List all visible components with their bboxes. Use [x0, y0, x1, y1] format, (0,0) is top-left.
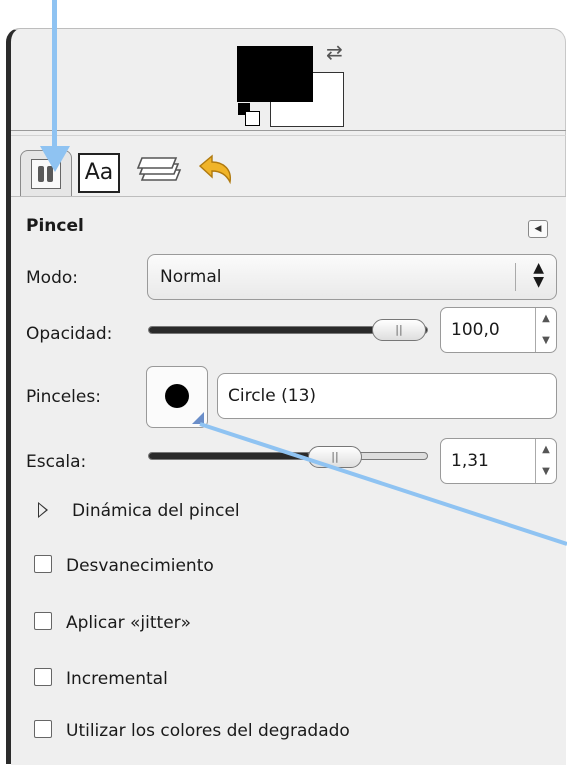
jitter-checkbox[interactable]: Aplicar «jitter»	[34, 612, 191, 633]
brush-name-field[interactable]: Circle (13)	[217, 373, 557, 419]
layers-icon	[136, 157, 182, 181]
mode-value: Normal	[160, 267, 222, 287]
chevron-updown-icon: ▲ ▼	[533, 260, 544, 290]
brush-name-value: Circle (13)	[228, 386, 317, 406]
tab-fonts[interactable]: Aa	[78, 153, 120, 193]
checkbox-box[interactable]	[34, 668, 52, 686]
tool-options-title: Pincel	[26, 216, 84, 236]
opacity-label: Opacidad:	[26, 324, 113, 344]
annotation-arrow-line	[52, 0, 57, 150]
undo-icon	[198, 154, 231, 185]
tab-undo-history[interactable]	[190, 150, 240, 194]
checkbox-label: Utilizar los colores del degradado	[66, 721, 350, 741]
opacity-stepper[interactable]: ▲ ▼	[535, 308, 556, 352]
expander-arrow-icon	[38, 502, 48, 518]
swap-colors-icon[interactable]: ⇄	[326, 40, 343, 64]
checkbox-box[interactable]	[34, 720, 52, 738]
brushes-label: Pinceles:	[26, 387, 101, 407]
divider	[11, 130, 566, 131]
scale-label: Escala:	[26, 452, 87, 472]
divider	[11, 135, 566, 136]
annotation-arrowhead	[40, 146, 70, 172]
opacity-value: 100,0	[451, 320, 500, 340]
mode-combo[interactable]: Normal ▲ ▼	[147, 254, 557, 300]
checkbox-label: Aplicar «jitter»	[66, 613, 192, 633]
annotation-pointer-line	[199, 422, 567, 546]
tab-layers[interactable]	[132, 150, 186, 194]
panel-menu-button[interactable]: ◀	[528, 220, 548, 238]
checkbox-label: Incremental	[66, 669, 168, 689]
brush-circle-icon	[165, 384, 189, 408]
checkbox-box[interactable]	[34, 555, 52, 573]
mode-label: Modo:	[26, 268, 78, 288]
default-colors-icon[interactable]	[238, 103, 262, 127]
foreground-color-swatch[interactable]	[237, 46, 313, 102]
gradient-colors-checkbox[interactable]: Utilizar los colores del degradado	[34, 720, 350, 741]
divider	[515, 263, 516, 291]
incremental-checkbox[interactable]: Incremental	[34, 668, 168, 689]
fade-checkbox[interactable]: Desvanecimiento	[34, 555, 214, 576]
checkbox-label: Desvanecimiento	[66, 556, 214, 576]
opacity-slider-handle[interactable]: ||	[372, 319, 426, 341]
checkbox-box[interactable]	[34, 612, 52, 630]
opacity-spin[interactable]: 100,0 ▲ ▼	[440, 307, 557, 353]
